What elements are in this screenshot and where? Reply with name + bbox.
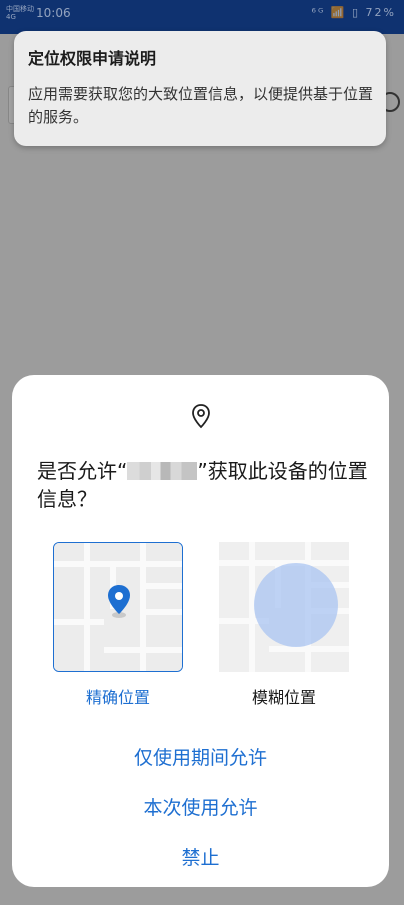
- carrier-label: 中国移动 4G: [6, 5, 34, 21]
- explanation-body: 应用需要获取您的大致位置信息，以便提供基于位置的服务。: [28, 85, 374, 126]
- explanation-title: 定位权限申请说明: [28, 49, 157, 68]
- approximate-location-option[interactable]: [219, 542, 349, 672]
- approximate-location-label[interactable]: 模糊位置: [219, 684, 349, 708]
- precise-map-thumbnail: [54, 543, 182, 671]
- status-bar: 中国移动 4G 10:06 ⁶ᴳ 📶 ▯ 72%: [0, 0, 404, 34]
- blurred-app-name: [127, 462, 198, 480]
- permission-explanation-card: 定位权限申请说明 应用需要获取您的大致位置信息，以便提供基于位置的服务。: [14, 31, 386, 146]
- precise-location-label[interactable]: 精确位置: [53, 684, 183, 708]
- location-pin-outline-icon: [192, 404, 210, 429]
- status-indicators: ⁶ᴳ 📶 ▯ 72%: [311, 6, 396, 19]
- allow-while-in-use-button[interactable]: 仅使用期间允许: [12, 743, 389, 770]
- approx-area-circle-icon: [254, 563, 338, 647]
- approx-map-thumbnail: [219, 542, 349, 672]
- location-permission-dialog: 是否允许“ ”获取此设备的位置信息？ 精确位置 模糊位置 仅使用期间允许 本次使…: [12, 375, 389, 887]
- deny-button[interactable]: 禁止: [12, 843, 389, 870]
- allow-this-time-button[interactable]: 本次使用允许: [12, 793, 389, 820]
- status-time: 10:06: [36, 6, 71, 20]
- permission-question: 是否允许“ ”获取此设备的位置信息？: [37, 457, 377, 513]
- precise-location-option[interactable]: [53, 542, 183, 672]
- question-prefix: 是否允许“: [37, 459, 128, 483]
